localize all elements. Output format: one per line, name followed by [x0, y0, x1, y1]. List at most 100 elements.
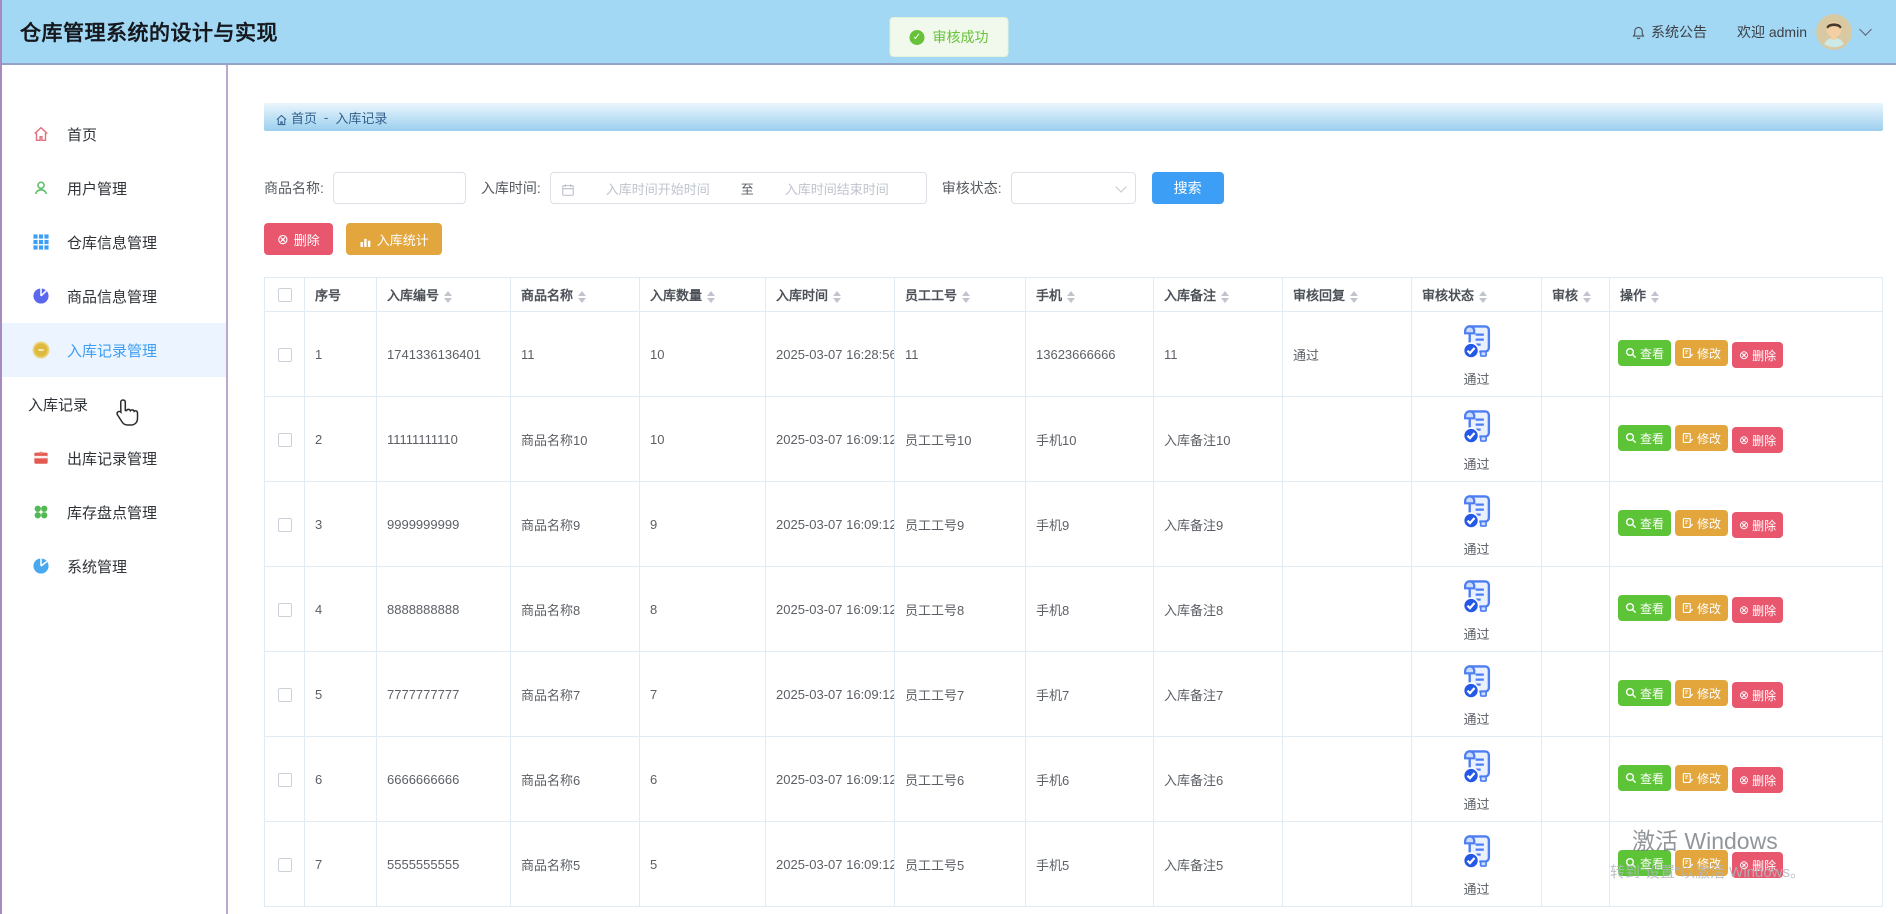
view-button[interactable]: 查看 [1618, 425, 1671, 451]
cell-quantity: 9 [640, 482, 766, 567]
breadcrumb-home-label: 首页 [291, 108, 317, 127]
column-header[interactable]: 员工工号 [895, 278, 1026, 312]
edit-button[interactable]: 修改 [1675, 340, 1728, 366]
row-checkbox[interactable] [278, 348, 292, 362]
sidebar-item-user-mgmt[interactable]: 用户管理 [2, 161, 226, 215]
delete-button[interactable]: ⊗删除 [1732, 852, 1783, 878]
row-checkbox[interactable] [278, 603, 292, 617]
column-header[interactable]: 审核 [1542, 278, 1610, 312]
approved-scroll-icon [1412, 320, 1541, 365]
sort-caret-icon[interactable] [444, 291, 452, 303]
select-all-checkbox[interactable] [278, 288, 292, 302]
row-checkbox-cell [265, 652, 305, 737]
sort-caret-icon[interactable] [1479, 291, 1487, 303]
sort-caret-icon[interactable] [1583, 291, 1591, 303]
column-header[interactable]: 入库编号 [377, 278, 511, 312]
sidebar-item-inventory-mgmt[interactable]: 库存盘点管理 [2, 485, 226, 539]
search-button[interactable]: 搜索 [1152, 172, 1224, 204]
row-checkbox[interactable] [278, 773, 292, 787]
clover-green-icon [32, 503, 50, 521]
delete-button[interactable]: ⊗删除 [1732, 512, 1783, 538]
cell-employee-id: 员工工号10 [895, 397, 1026, 482]
product-name-input[interactable] [333, 172, 466, 204]
cell-inbound-code: 5555555555 [377, 822, 511, 907]
column-header[interactable]: 审核状态 [1412, 278, 1542, 312]
column-header[interactable]: 手机 [1026, 278, 1154, 312]
row-checkbox[interactable] [278, 858, 292, 872]
audit-status-text: 通过 [1412, 454, 1541, 473]
view-button[interactable]: 查看 [1618, 680, 1671, 706]
sort-caret-icon[interactable] [1350, 291, 1358, 303]
sidebar-item-warehouse-info[interactable]: 仓库信息管理 [2, 215, 226, 269]
column-header[interactable]: 入库备注 [1154, 278, 1283, 312]
column-header[interactable]: 入库数量 [640, 278, 766, 312]
cell-seq: 3 [305, 482, 377, 567]
edit-button[interactable]: 修改 [1675, 765, 1728, 791]
cell-actions: 查看修改⊗删除 [1610, 737, 1883, 822]
row-checkbox[interactable] [278, 518, 292, 532]
approved-scroll-icon [1412, 745, 1541, 790]
column-header[interactable]: 入库时间 [766, 278, 895, 312]
edit-button[interactable]: 修改 [1675, 850, 1728, 876]
cell-seq: 4 [305, 567, 377, 652]
inbound-stats-button[interactable]: 入库统计 [346, 223, 442, 255]
user-menu[interactable]: 欢迎 admin [1737, 14, 1870, 50]
column-header[interactable]: 审核回复 [1283, 278, 1412, 312]
sort-caret-icon[interactable] [962, 291, 970, 303]
cell-note: 入库备注10 [1154, 397, 1283, 482]
view-button[interactable]: 查看 [1618, 850, 1671, 876]
delete-button[interactable]: ⊗删除 [1732, 597, 1783, 623]
approved-scroll-icon [1412, 405, 1541, 450]
avatar[interactable] [1816, 14, 1852, 50]
breadcrumb-home-link[interactable]: 首页 [275, 108, 317, 127]
sort-caret-icon[interactable] [833, 291, 841, 303]
end-date-placeholder[interactable]: 入库时间结束时间 [758, 179, 916, 198]
row-checkbox-cell [265, 312, 305, 397]
cell-actions: 查看修改⊗删除 [1610, 822, 1883, 907]
edit-button[interactable]: 修改 [1675, 510, 1728, 536]
cell-audit-reply [1283, 652, 1412, 737]
chevron-down-icon[interactable] [1859, 23, 1872, 36]
sidebar-item-inbound-mgmt[interactable]: 入库记录管理 [2, 323, 226, 377]
header-checkbox-cell [265, 278, 305, 312]
batch-delete-button[interactable]: ⊗ 删除 [264, 223, 333, 255]
cell-actions: 查看修改⊗删除 [1610, 567, 1883, 652]
sidebar-item-outbound-mgmt[interactable]: 出库记录管理 [2, 431, 226, 485]
audit-status-text: 通过 [1412, 794, 1541, 813]
start-date-placeholder[interactable]: 入库时间开始时间 [579, 179, 737, 198]
system-announcement-link[interactable]: 系统公告 [1631, 22, 1707, 42]
sort-caret-icon[interactable] [1651, 291, 1659, 303]
row-checkbox[interactable] [278, 433, 292, 447]
edit-button[interactable]: 修改 [1675, 425, 1728, 451]
delete-button[interactable]: ⊗删除 [1732, 342, 1783, 368]
column-header[interactable]: 商品名称 [511, 278, 640, 312]
column-header[interactable]: 操作 [1610, 278, 1883, 312]
view-button[interactable]: 查看 [1618, 340, 1671, 366]
table-row: 39999999999商品名称992025-03-07 16:09:12员工工号… [265, 482, 1883, 567]
cell-note: 入库备注8 [1154, 567, 1283, 652]
edit-button[interactable]: 修改 [1675, 680, 1728, 706]
sort-caret-icon[interactable] [1221, 291, 1229, 303]
cell-audit [1542, 482, 1610, 567]
view-button[interactable]: 查看 [1618, 510, 1671, 536]
cell-phone: 手机10 [1026, 397, 1154, 482]
date-range-picker[interactable]: 入库时间开始时间 至 入库时间结束时间 [550, 172, 927, 204]
sidebar-item-goods-info[interactable]: 商品信息管理 [2, 269, 226, 323]
sidebar-item-home[interactable]: 首页 [2, 107, 226, 161]
sidebar-item-system-mgmt[interactable]: 系统管理 [2, 539, 226, 593]
sort-caret-icon[interactable] [707, 291, 715, 303]
cell-actions: 查看修改⊗删除 [1610, 312, 1883, 397]
delete-button[interactable]: ⊗删除 [1732, 427, 1783, 453]
row-checkbox[interactable] [278, 688, 292, 702]
view-button[interactable]: 查看 [1618, 765, 1671, 791]
audit-status-select[interactable] [1011, 172, 1136, 204]
sort-caret-icon[interactable] [578, 291, 586, 303]
delete-button[interactable]: ⊗删除 [1732, 767, 1783, 793]
approved-scroll-icon [1412, 830, 1541, 875]
sidebar-item-inbound-records[interactable]: 入库记录 [2, 377, 226, 431]
edit-button[interactable]: 修改 [1675, 595, 1728, 621]
view-button[interactable]: 查看 [1618, 595, 1671, 621]
delete-button[interactable]: ⊗删除 [1732, 682, 1783, 708]
cell-audit-reply [1283, 822, 1412, 907]
sort-caret-icon[interactable] [1067, 291, 1075, 303]
